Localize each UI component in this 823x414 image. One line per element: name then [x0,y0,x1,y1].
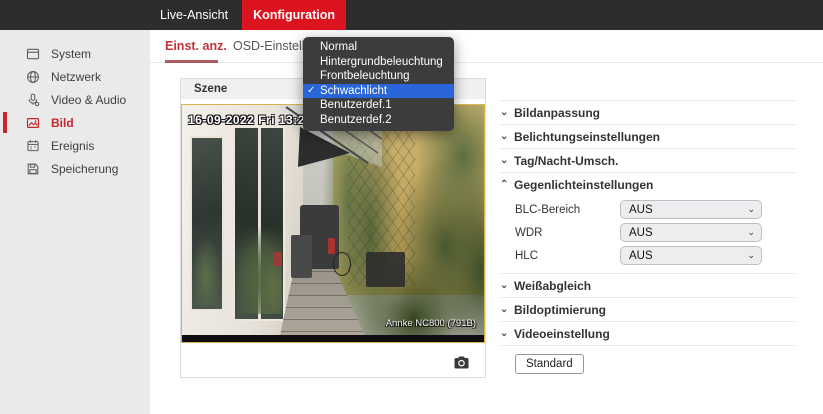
chevron-down-icon: ⌄ [500,156,509,166]
select-value: AUS [629,250,653,262]
section-label: Belichtungseinstellungen [514,130,660,144]
select-value: AUS [629,204,653,216]
sidebar-item-ereignis[interactable]: Ereignis [0,134,150,157]
setting-row-hlc: HLC AUS ⌄ [500,244,796,267]
chevron-down-icon: ⌄ [747,205,755,214]
sidebar-item-system[interactable]: System [0,42,150,65]
standard-button[interactable]: Standard [515,354,584,374]
sidebar-item-label: System [51,47,91,61]
setting-row-wdr: WDR AUS ⌄ [500,221,796,244]
wdr-label: WDR [500,227,620,239]
hlc-select[interactable]: AUS ⌄ [620,246,762,265]
select-value: AUS [629,227,653,239]
calendar-icon [26,139,40,153]
section-weissabgleich[interactable]: ⌄ Weißabgleich [500,273,796,297]
camera-preview-image: 16-09-2022 Fri 13:20:53 Annke NC800 (791… [181,104,485,343]
system-window-icon [26,47,40,61]
section-tag-nacht-umsch[interactable]: ⌄ Tag/Nacht-Umsch. [500,148,796,172]
topbar: Live-Ansicht Konfiguration [0,0,823,30]
dropdown-option-frontbeleuchtung[interactable]: Frontbeleuchtung [303,69,454,84]
chevron-up-icon: ⌃ [500,180,509,190]
chevron-down-icon: ⌄ [747,228,755,237]
sidebar-item-label: Ereignis [51,139,94,153]
section-bildoptimierung[interactable]: ⌄ Bildoptimierung [500,297,796,321]
active-tab-underline [165,60,218,63]
image-settings-panel: ⌄ Bildanpassung ⌄ Belichtungseinstellung… [500,100,796,374]
section-belichtungseinstellungen[interactable]: ⌄ Belichtungseinstellungen [500,124,796,148]
sidebar-item-speicherung[interactable]: Speicherung [0,157,150,180]
sidebar-item-label: Netzwerk [51,70,101,84]
osd-camera-name: Annke NC800 (791B) [386,318,476,329]
sidebar-item-netzwerk[interactable]: Netzwerk [0,65,150,88]
scene-mode-dropdown-menu: Normal Hintergrundbeleuchtung Frontbeleu… [303,37,454,131]
tab-live-view[interactable]: Live-Ansicht [146,0,242,30]
check-icon: ✓ [307,84,315,99]
dropdown-option-hintergrundbeleuchtung[interactable]: Hintergrundbeleuchtung [303,55,454,70]
sidebar-item-label: Bild [51,116,74,130]
hlc-label: HLC [500,250,620,262]
tab-configuration[interactable]: Konfiguration [242,0,346,30]
section-videoeinstellung[interactable]: ⌄ Videoeinstellung [500,321,796,345]
dropdown-option-benutzerdef1[interactable]: Benutzerdef.1 [303,98,454,113]
wdr-select[interactable]: AUS ⌄ [620,223,762,242]
chevron-down-icon: ⌄ [500,108,509,118]
camera-config-page: Live-Ansicht Konfiguration System Netzwe… [0,0,823,414]
section-label: Tag/Nacht-Umsch. [514,154,618,168]
dropdown-option-label: Schwachlicht [320,85,387,97]
sidebar: System Netzwerk Video & Audio [0,30,150,414]
sidebar-item-label: Speicherung [51,162,118,176]
blc-bereich-label: BLC-Bereich [500,204,620,216]
letterbox-bar [182,335,484,342]
floppy-disk-icon [26,162,40,176]
chevron-down-icon: ⌄ [747,251,755,260]
chevron-down-icon: ⌄ [500,281,509,291]
dropdown-option-schwachlicht[interactable]: ✓ Schwachlicht [303,84,454,99]
section-label: Videoeinstellung [514,327,610,341]
section-label: Weißabgleich [514,279,591,293]
sidebar-item-video-audio[interactable]: Video & Audio [0,88,150,111]
section-label: Bildoptimierung [514,303,606,317]
dropdown-option-normal[interactable]: Normal [303,40,454,55]
chevron-down-icon: ⌄ [500,132,509,142]
image-icon [26,116,40,130]
content-tabbar: Einst. anz. OSD-Einstellungen [150,30,823,63]
chevron-down-icon: ⌄ [500,329,509,339]
tab-einst-anz[interactable]: Einst. anz. [165,39,227,53]
section-label: Bildanpassung [514,106,600,120]
section-bildanpassung[interactable]: ⌄ Bildanpassung [500,100,796,124]
scene-glass-canopy [182,105,484,342]
settings-footer: Standard [500,345,796,374]
section-gegenlichteinstellungen[interactable]: ⌃ Gegenlichteinstellungen [500,172,796,196]
globe-icon [26,70,40,84]
microphone-icon [26,93,40,107]
section-label: Gegenlichteinstellungen [514,178,653,192]
blc-bereich-select[interactable]: AUS ⌄ [620,200,762,219]
sidebar-item-label: Video & Audio [51,93,126,107]
sidebar-item-bild[interactable]: Bild [0,111,150,134]
gegenlicht-settings-rows: BLC-Bereich AUS ⌄ WDR AUS ⌄ HLC AUS ⌄ [500,196,796,273]
snapshot-camera-icon[interactable] [454,356,469,369]
chevron-down-icon: ⌄ [500,305,509,315]
setting-row-blc: BLC-Bereich AUS ⌄ [500,198,796,221]
dropdown-option-benutzerdef2[interactable]: Benutzerdef.2 [303,113,454,128]
